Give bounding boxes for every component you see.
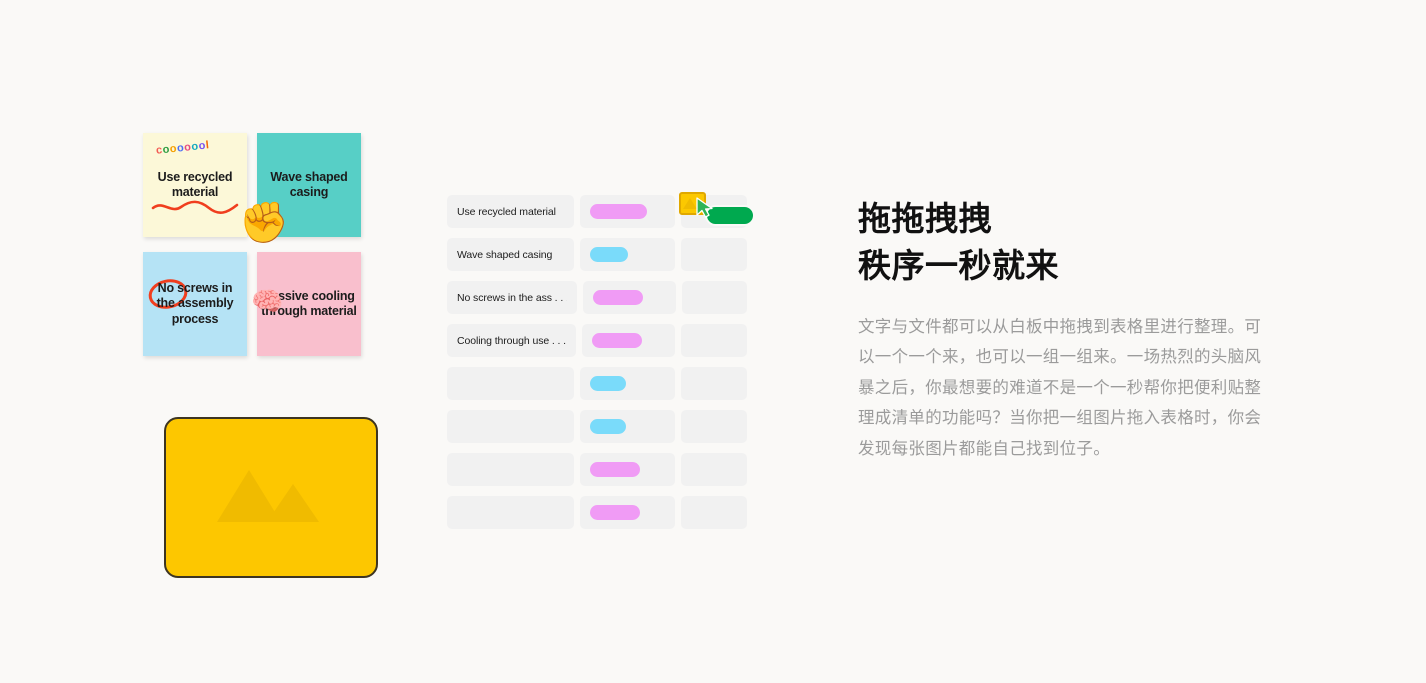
table-row[interactable]	[447, 410, 747, 443]
table-cell-title-text: No screws in the ass . . .	[457, 291, 567, 304]
table-cell-title-text: Wave shaped casing	[457, 248, 553, 261]
table-row[interactable]	[447, 496, 747, 529]
table-cell-extra[interactable]	[681, 281, 747, 314]
table-cell-extra[interactable]	[680, 410, 747, 443]
table-cell-tag[interactable]	[580, 367, 675, 400]
table-cell-extra[interactable]	[680, 453, 747, 486]
image-placeholder-card[interactable]	[164, 417, 378, 578]
table-cell-title[interactable]: Wave shaped casing	[447, 238, 575, 271]
table-cell-title[interactable]	[447, 496, 575, 529]
table-cell-extra[interactable]	[681, 324, 747, 357]
table-cell-tag[interactable]	[580, 195, 675, 228]
table-cell-title-text: Cooling through use . . .	[457, 334, 566, 347]
squiggle-underline-icon	[151, 200, 239, 214]
tag-pill	[592, 333, 642, 348]
table-cell-extra[interactable]	[680, 238, 747, 271]
table-cell-title-text: Use recycled material	[457, 205, 556, 218]
headline-line-2: 秩序一秒就来	[858, 245, 1059, 285]
tag-pill	[590, 376, 627, 391]
text-column: 拖拖拽拽 秩序一秒就来 文字与文件都可以从白板中拖拽到表格里进行整理。可以一个一…	[858, 196, 1268, 464]
sticky-note-text: Use recycled material	[157, 169, 233, 199]
tag-pill	[590, 505, 641, 520]
sticky-note-recycled-material[interactable]: cooooool Use recycled material	[143, 133, 247, 237]
table-row[interactable]	[447, 367, 747, 400]
table-cell-title[interactable]	[447, 453, 575, 486]
table-cell-tag[interactable]	[580, 496, 675, 529]
sticky-note-passive-cooling[interactable]: 🧠 Passive cooling through material	[251, 252, 361, 356]
table-row[interactable]: Cooling through use . . .	[447, 324, 747, 357]
table-cell-title[interactable]	[447, 367, 575, 400]
body-paragraph: 文字与文件都可以从白板中拖拽到表格里进行整理。可以一个一个来，也可以一组一组来。…	[858, 316, 1262, 458]
table-cell-tag[interactable]	[580, 238, 675, 271]
mountain-image-placeholder-icon	[217, 469, 319, 522]
table-cell-title[interactable]: No screws in the ass . . .	[447, 281, 577, 314]
sticky-note-text: Passive cooling through material	[261, 288, 357, 318]
headline-line-1: 拖拖拽拽	[858, 199, 992, 238]
arrow-cursor-icon	[696, 197, 713, 218]
sticky-note-wave-casing[interactable]: ✊ Wave shaped casing	[239, 133, 361, 243]
tag-pill	[593, 290, 643, 305]
page-title: 拖拖拽拽 秩序一秒就来	[858, 196, 1268, 290]
table-cell-title[interactable]: Cooling through use . . .	[447, 324, 576, 357]
table-cell-extra[interactable]	[680, 496, 747, 529]
table-cell-title[interactable]	[447, 410, 575, 443]
tag-pill	[590, 419, 627, 434]
cool-sticker-text: cooooool	[155, 139, 211, 157]
drag-drop-table: Use recycled material Wave shaped casing N…	[447, 192, 755, 539]
drag-indicator	[679, 192, 759, 230]
table-cell-tag[interactable]	[583, 281, 676, 314]
table-cell-extra[interactable]	[680, 367, 747, 400]
table-cell-tag[interactable]	[580, 410, 675, 443]
table-row[interactable]	[447, 453, 747, 486]
table-cell-tag[interactable]	[582, 324, 676, 357]
sticky-note-text: No screws in the assembly process	[156, 281, 234, 326]
sticky-note-text: Wave shaped casing	[270, 169, 348, 199]
sticky-notes-cluster: cooooool Use recycled material ✊ Wave sh…	[143, 133, 371, 361]
table-cell-tag[interactable]	[580, 453, 675, 486]
table-cell-title[interactable]: Use recycled material	[447, 195, 575, 228]
tag-pill	[590, 247, 629, 262]
sticky-note-no-screws[interactable]: No screws in the assembly process	[143, 252, 247, 356]
tag-pill	[590, 462, 641, 477]
table-row[interactable]: Wave shaped casing	[447, 238, 747, 271]
tag-pill	[590, 204, 648, 219]
table-row[interactable]: No screws in the ass . . .	[447, 281, 747, 314]
